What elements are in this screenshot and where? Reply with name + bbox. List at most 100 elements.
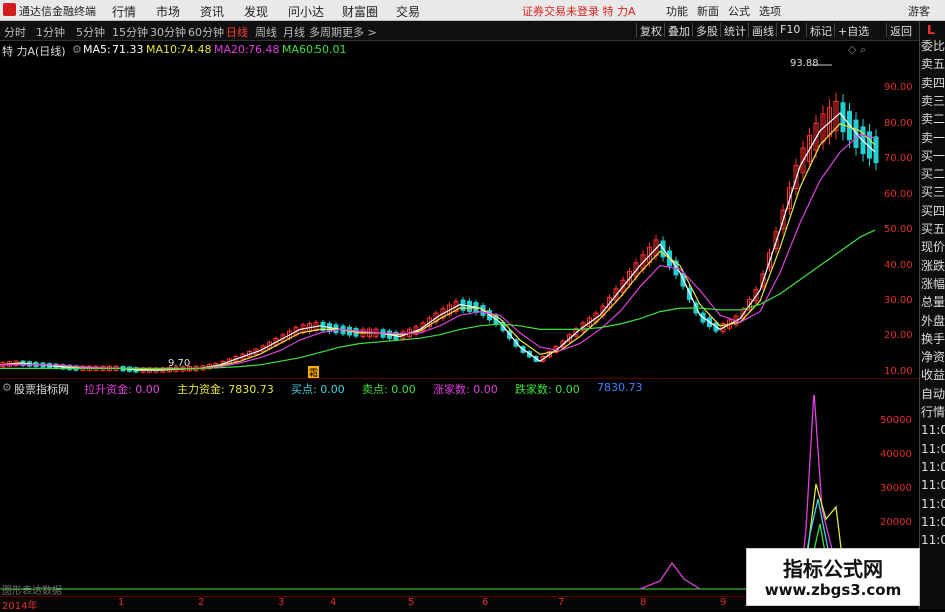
- tool-add-watch[interactable]: +自选: [834, 23, 872, 38]
- period-toolbar: 分时 1分钟 5分钟 15分钟 30分钟 60分钟 日线 周线 月线 多周期 更…: [0, 21, 920, 41]
- panel-item: 买四: [921, 203, 945, 218]
- time-tick: 5: [408, 597, 415, 608]
- menu-formula[interactable]: 公式: [728, 3, 750, 19]
- price-tick: 10.00: [884, 365, 913, 377]
- chart-title-line: 特 力A (日线) ⚙ MA5: 71.33 MA10: 74.48 MA20:…: [2, 43, 602, 58]
- time-tick: 9: [720, 597, 727, 608]
- tool-multi-stock[interactable]: 多股: [692, 23, 721, 38]
- time-tick: 2: [198, 597, 205, 608]
- low-annotation: 9.70: [168, 358, 191, 369]
- menu-function[interactable]: 功能: [666, 3, 688, 19]
- app-title: 通达信金融终端: [19, 5, 96, 18]
- panel-item: 换手: [921, 331, 945, 346]
- ma10-label: MA10:: [146, 43, 181, 56]
- menu-quotes[interactable]: 行情: [112, 3, 136, 20]
- ma5-label: MA5:: [83, 43, 111, 56]
- menu-wealth[interactable]: 财富圈: [342, 3, 378, 20]
- price-tick: 70.00: [884, 153, 913, 165]
- period-monthly[interactable]: 月线: [283, 24, 305, 40]
- price-tick: 60.00: [884, 188, 913, 200]
- candle-body: [873, 136, 879, 164]
- app-logo-icon: [3, 3, 16, 16]
- panel-item: 11:0: [921, 496, 945, 511]
- indicator-tick: 30000: [880, 483, 912, 494]
- panel-item: 卖三: [921, 93, 945, 108]
- quote-side-panel: L 委比 卖五 卖四 卖三 卖二 卖一 买一 买二 买三 买四 买五 现价 涨跌 涨幅 总量 外盘 换手 净资 收益…: [919, 21, 945, 609]
- panel-item: 卖一: [921, 130, 945, 145]
- tool-overlay[interactable]: 叠加: [664, 23, 693, 38]
- panel-item: 11:0: [921, 441, 945, 456]
- price-tick: 40.00: [884, 259, 913, 271]
- ma-line-ma20: [0, 133, 876, 370]
- tool-f10[interactable]: F10: [776, 23, 803, 37]
- period-daily[interactable]: 日线: [226, 24, 248, 40]
- watermark-logo: 指标公式网 www.zbgs3.com: [746, 548, 920, 606]
- indicator-gear-icon[interactable]: ⚙: [2, 381, 12, 394]
- period-weekly[interactable]: 周线: [255, 24, 277, 40]
- top-menu-bar: 通达信金融终端 行情 市场 资讯 发现 问小达 财富圈 交易 证券交易未登录 特…: [0, 0, 945, 21]
- watermark-title: 指标公式网: [783, 557, 883, 581]
- panel-item: 卖四: [921, 75, 945, 90]
- panel-item: 总量: [921, 295, 945, 310]
- price-tick: 50.00: [884, 224, 913, 236]
- panel-item: 买三: [921, 185, 945, 200]
- panel-item: 11:0: [921, 533, 945, 548]
- panel-item: 11:0: [921, 459, 945, 474]
- period-multi[interactable]: 多周期: [309, 24, 342, 40]
- tool-draw[interactable]: 画线: [748, 23, 777, 38]
- panel-item: 11:0: [921, 423, 945, 438]
- panel-item: 涨幅: [921, 276, 945, 291]
- ma-line-ma5: [0, 112, 876, 371]
- panel-item: 行情: [921, 405, 945, 419]
- period-60min[interactable]: 60分钟: [188, 24, 224, 40]
- tool-back[interactable]: 返回: [886, 23, 915, 38]
- menu-new-page[interactable]: 新面: [697, 3, 719, 19]
- menu-trade[interactable]: 交易: [396, 3, 420, 20]
- menu-news[interactable]: 资讯: [200, 3, 224, 20]
- panel-item: 11:0: [921, 478, 945, 493]
- time-tick: 1: [118, 597, 125, 608]
- panel-item: 外盘: [921, 313, 945, 328]
- panel-item: 买二: [921, 167, 945, 182]
- panel-item: 委比: [921, 39, 945, 53]
- menu-ask[interactable]: 问小达: [288, 3, 324, 20]
- menu-market[interactable]: 市场: [156, 3, 180, 20]
- period-15min[interactable]: 15分钟: [112, 24, 148, 40]
- menu-guest[interactable]: 游客: [908, 3, 930, 19]
- period-5min[interactable]: 5分钟: [76, 24, 105, 40]
- ma-line-ma10: [0, 123, 876, 371]
- settings-gear-icon[interactable]: ⚙: [72, 43, 82, 56]
- ma60-value: 50.01: [315, 43, 347, 56]
- time-tick: 3: [278, 597, 285, 608]
- panel-item: 卖五: [921, 57, 945, 72]
- time-tick: 8: [640, 597, 647, 608]
- indicator-header: ⚙ 股票指标网 拉升资金: 0.00 主力资金: 7830.73 买点: 0.00 卖…: [2, 381, 643, 396]
- period-more[interactable]: 更多 >: [342, 24, 377, 40]
- tool-stats[interactable]: 统计: [720, 23, 749, 38]
- panel-item: 11:0: [921, 514, 945, 529]
- pane-divider: [0, 378, 919, 379]
- ma5-value: 71.33: [112, 43, 144, 56]
- kline-chart[interactable]: [0, 57, 880, 379]
- time-tick: 4: [330, 597, 337, 608]
- chart-options-icon[interactable]: ◇ ⌕: [848, 43, 866, 57]
- price-tick: 80.00: [884, 117, 913, 129]
- panel-item: 现价: [921, 240, 945, 255]
- indicator-tick: 40000: [880, 449, 912, 460]
- period-1min[interactable]: 1分钟: [36, 24, 65, 40]
- panel-item: 涨跌: [921, 258, 945, 273]
- ma-line-ma60: [0, 229, 876, 369]
- indicator-tick: 50000: [880, 415, 912, 426]
- tool-mark[interactable]: 标记: [806, 23, 835, 38]
- menu-discover[interactable]: 发现: [244, 3, 268, 20]
- ma10-value: 74.48: [180, 43, 212, 56]
- period-timeshare[interactable]: 分时: [4, 24, 26, 40]
- tool-adjust[interactable]: 复权: [636, 23, 665, 38]
- price-tick: 90.00: [884, 82, 913, 94]
- indicator-line: [639, 561, 701, 590]
- menu-options[interactable]: 选项: [759, 3, 781, 19]
- ma20-label: MA20:: [214, 43, 249, 56]
- indicator-value: 7830.73: [597, 381, 643, 394]
- panel-item: 净资: [921, 350, 945, 365]
- period-30min[interactable]: 30分钟: [150, 24, 186, 40]
